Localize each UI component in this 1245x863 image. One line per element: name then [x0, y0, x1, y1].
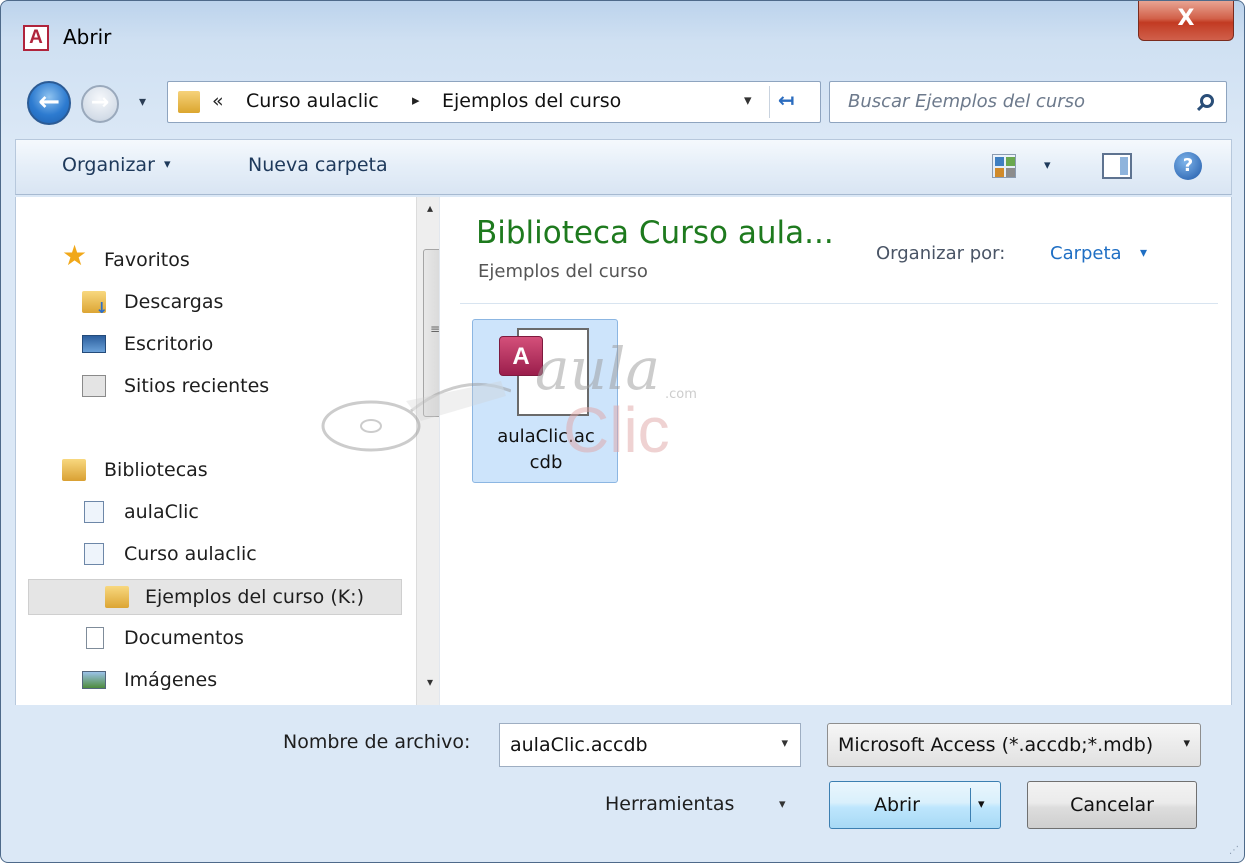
open-button[interactable]: Abrir ▾ — [829, 781, 1001, 829]
refresh-icon[interactable]: ↤ — [778, 88, 795, 112]
resize-grip-icon[interactable]: ⋰ — [1229, 845, 1239, 856]
sidebar-item-descargas[interactable]: Descargas — [16, 285, 416, 321]
tools-button[interactable]: Herramientas — [605, 793, 734, 815]
breadcrumb-ejemplos-del-curso[interactable]: Ejemplos del curso — [442, 90, 621, 112]
help-icon[interactable]: ? — [1174, 152, 1202, 180]
sidebar-item-escritorio[interactable]: Escritorio — [16, 327, 416, 363]
back-button[interactable]: ← — [27, 81, 71, 125]
file-name-line: aulaClic.ac — [497, 426, 595, 447]
sidebar-item-label: aulaClic — [124, 501, 199, 523]
library-subtitle: Ejemplos del curso — [478, 261, 648, 282]
star-icon: ★ — [62, 239, 88, 272]
scroll-down-icon[interactable]: ▾ — [427, 675, 433, 689]
address-bar[interactable]: « Curso aulaclic ▸ Ejemplos del curso ▾ … — [167, 81, 821, 123]
view-options-chevron-icon[interactable]: ▾ — [1044, 158, 1051, 173]
filetype-value: Microsoft Access (*.accdb;*.mdb) — [838, 734, 1154, 756]
forward-button[interactable]: → — [81, 85, 119, 123]
access-app-icon: A — [23, 25, 49, 51]
access-file-icon: A — [499, 328, 589, 416]
sidebar-item-curso-aulaclic[interactable]: Curso aulaclic — [16, 537, 416, 573]
sidebar-item-aulaclic[interactable]: aulaClic — [16, 495, 416, 531]
filename-input[interactable]: aulaClic.accdb — [510, 734, 648, 756]
sidebar-item-ejemplos-del-curso[interactable]: Ejemplos del curso (K:) — [28, 579, 402, 615]
open-split-divider — [970, 788, 971, 822]
arrange-by-dropdown[interactable]: Carpeta — [1050, 243, 1122, 264]
new-folder-button[interactable]: Nueva carpeta — [248, 154, 388, 176]
recent-locations-chevron-icon[interactable]: ▾ — [139, 94, 146, 110]
arrange-by-label: Organizar por: — [876, 243, 1006, 264]
libraries-icon — [62, 459, 86, 481]
sidebar-item-label: Ejemplos del curso (K:) — [145, 586, 365, 608]
file-list-pane: Biblioteca Curso aula... Ejemplos del cu… — [439, 197, 1232, 705]
sidebar-item-label: Descargas — [124, 291, 224, 313]
cancel-button[interactable]: Cancelar — [1027, 781, 1197, 829]
recent-places-icon — [82, 375, 106, 397]
tools-chevron-icon[interactable]: ▾ — [779, 797, 786, 812]
pictures-icon — [82, 671, 106, 689]
desktop-icon — [82, 335, 106, 353]
sidebar-item-label: Curso aulaclic — [124, 543, 257, 565]
filetype-dropdown-icon[interactable]: ▾ — [1183, 736, 1190, 751]
filename-combobox[interactable]: aulaClic.accdb ▾ — [499, 723, 801, 767]
folder-icon — [178, 91, 200, 113]
file-name-line: cdb — [529, 452, 563, 473]
address-dropdown-icon[interactable]: ▾ — [744, 91, 752, 109]
organize-chevron-icon[interactable]: ▾ — [164, 157, 171, 172]
sidebar-item-label: Bibliotecas — [104, 459, 208, 481]
organize-button[interactable]: Organizar — [62, 154, 155, 176]
sidebar-item-sitios-recientes[interactable]: Sitios recientes — [16, 369, 416, 405]
filetype-select[interactable]: Microsoft Access (*.accdb;*.mdb) ▾ — [827, 723, 1201, 767]
header-divider — [460, 303, 1218, 304]
search-placeholder: Buscar Ejemplos del curso — [848, 91, 1086, 112]
close-button[interactable]: X — [1138, 1, 1234, 41]
documents-icon — [86, 627, 104, 649]
sidebar-item-favoritos[interactable]: ★ Favoritos — [16, 239, 416, 279]
file-name: aulaClic.ac cdb — [477, 424, 615, 476]
search-input[interactable]: Buscar Ejemplos del curso — [829, 81, 1227, 123]
access-badge-icon: A — [499, 336, 543, 376]
preview-pane-icon[interactable] — [1102, 153, 1132, 179]
arrange-by-chevron-icon[interactable]: ▾ — [1140, 245, 1147, 261]
download-folder-icon — [82, 291, 108, 317]
breadcrumb-curso-aulaclic[interactable]: Curso aulaclic — [246, 90, 379, 112]
open-dialog: A Abrir X ← → ▾ « Curso aulaclic ▸ Ejemp… — [0, 0, 1245, 863]
title-bar: A Abrir X — [1, 1, 1244, 73]
library-icon — [84, 543, 104, 565]
command-bar: Organizar ▾ Nueva carpeta ▾ ? — [15, 139, 1232, 195]
filename-label: Nombre de archivo: — [283, 731, 471, 753]
breadcrumb-overflow-icon[interactable]: « — [212, 90, 224, 112]
sidebar-item-documentos[interactable]: Documentos — [16, 621, 416, 657]
sidebar-item-label: Imágenes — [124, 669, 218, 691]
file-item[interactable]: A aulaClic.ac cdb — [472, 319, 618, 483]
library-icon — [84, 501, 104, 523]
library-title: Biblioteca Curso aula... — [476, 215, 834, 251]
search-icon[interactable] — [1200, 94, 1214, 108]
filename-dropdown-icon[interactable]: ▾ — [781, 736, 788, 751]
sidebar-item-label: Favoritos — [104, 249, 190, 271]
open-button-label: Abrir — [874, 794, 920, 816]
sidebar-item-label: Sitios recientes — [124, 375, 270, 397]
sidebar-item-label: Documentos — [124, 627, 244, 649]
window-title: Abrir — [63, 25, 112, 49]
sidebar-item-imagenes[interactable]: Imágenes — [16, 663, 416, 699]
sidebar-item-bibliotecas[interactable]: Bibliotecas — [16, 453, 416, 489]
folder-icon — [105, 586, 129, 608]
sidebar-item-label: Escritorio — [124, 333, 214, 355]
breadcrumb-separator-icon[interactable]: ▸ — [412, 91, 420, 109]
address-divider — [769, 86, 770, 118]
change-view-icon[interactable] — [992, 154, 1016, 178]
open-options-chevron-icon[interactable]: ▾ — [978, 797, 985, 812]
scroll-up-icon[interactable]: ▴ — [427, 201, 433, 215]
navigation-pane: ★ Favoritos Descargas Escritorio Sitios … — [15, 197, 450, 705]
